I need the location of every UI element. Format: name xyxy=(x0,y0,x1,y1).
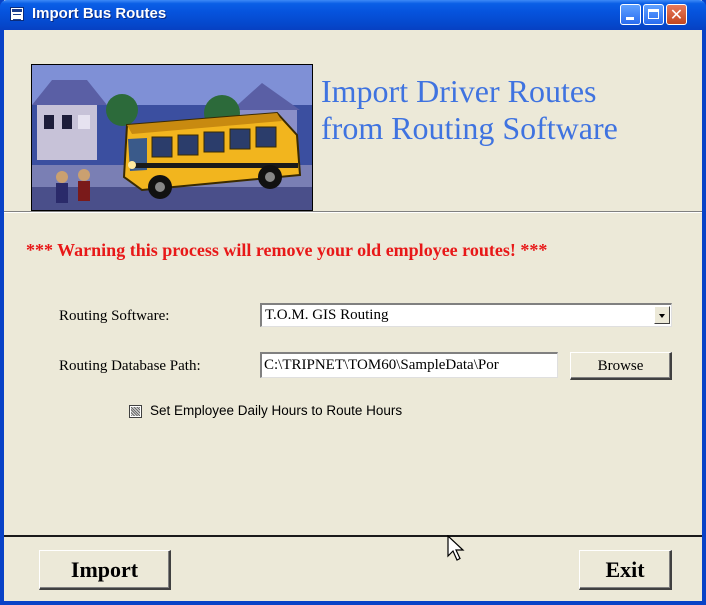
routing-software-label: Routing Software: xyxy=(59,308,170,324)
routing-software-select[interactable]: T.O.M. GIS Routing xyxy=(260,303,672,327)
import-button[interactable]: Import xyxy=(39,550,171,590)
close-button[interactable]: ✕ xyxy=(666,4,687,25)
daily-hours-checkbox[interactable] xyxy=(129,405,142,418)
maximize-icon xyxy=(648,9,659,19)
form-icon xyxy=(10,7,24,21)
footer-divider xyxy=(4,535,702,537)
close-icon: ✕ xyxy=(669,5,684,24)
header-title: Import Driver Routes from Routing Softwa… xyxy=(321,73,701,147)
routing-database-path-input[interactable] xyxy=(262,354,557,376)
import-bus-routes-window: Import Bus Routes ✕ Import Driver Routes… xyxy=(0,0,706,605)
maximize-button[interactable] xyxy=(643,4,664,25)
header-title-line2: from Routing Software xyxy=(321,110,618,146)
checkbox-checked-icon xyxy=(131,407,140,416)
daily-hours-checkbox-label[interactable]: Set Employee Daily Hours to Route Hours xyxy=(150,403,402,418)
school-bus-icon xyxy=(32,65,312,210)
minimize-icon xyxy=(626,17,634,20)
dropdown-button[interactable] xyxy=(654,306,670,324)
routing-software-value: T.O.M. GIS Routing xyxy=(265,307,389,323)
warning-message: *** Warning this process will remove you… xyxy=(26,240,548,260)
header-divider-highlight xyxy=(4,212,702,213)
exit-button[interactable]: Exit xyxy=(579,550,672,590)
window-title: Import Bus Routes xyxy=(32,5,167,22)
browse-button[interactable]: Browse xyxy=(570,352,672,380)
routing-database-path-field[interactable] xyxy=(260,352,558,378)
title-bar[interactable]: Import Bus Routes ✕ xyxy=(0,0,706,30)
minimize-button[interactable] xyxy=(620,4,641,25)
header-title-line1: Import Driver Routes xyxy=(321,73,597,109)
school-bus-illustration xyxy=(31,64,313,211)
routing-database-path-label: Routing Database Path: xyxy=(59,358,201,374)
mouse-pointer-icon xyxy=(447,535,465,561)
chevron-down-icon xyxy=(659,314,665,318)
